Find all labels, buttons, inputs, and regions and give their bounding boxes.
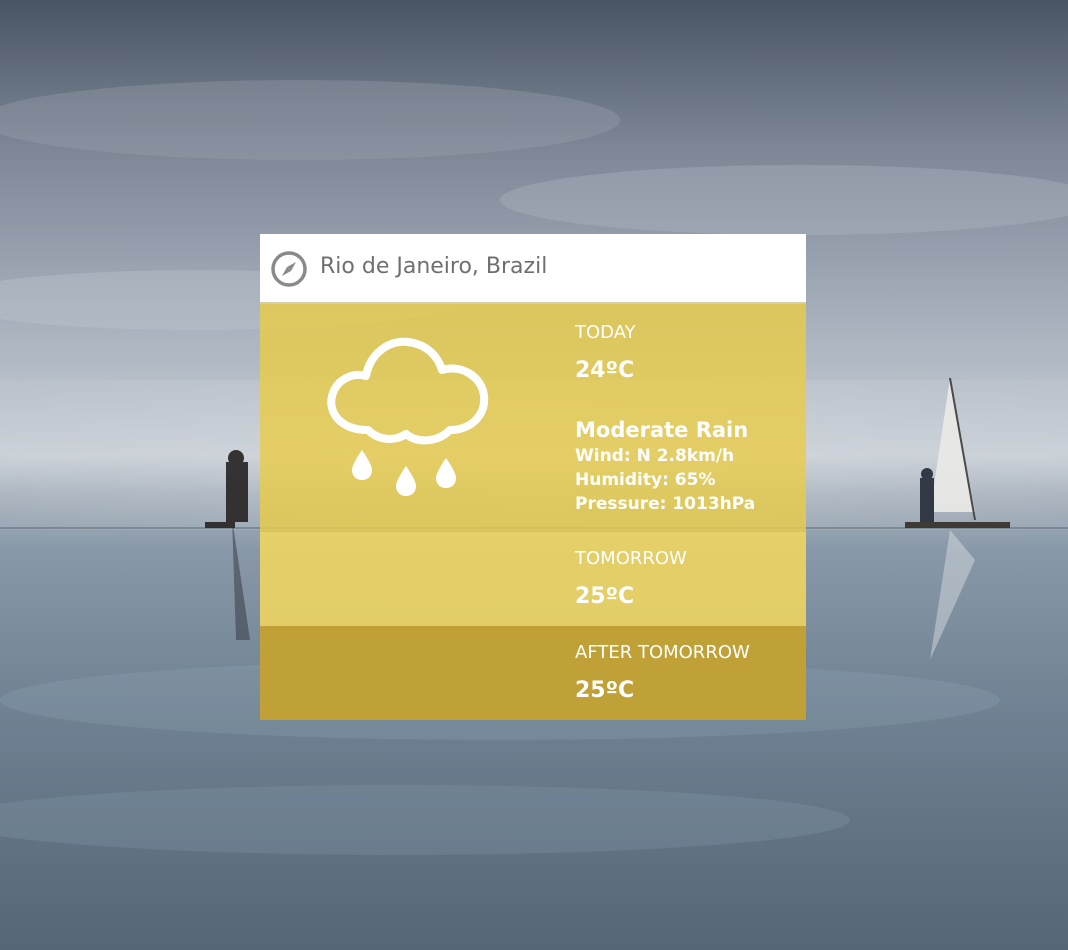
today-panel: TODAY 24ºC Moderate Rain Wind: N 2.8km/h…	[260, 304, 806, 532]
today-humidity: Humidity: 65%	[575, 470, 716, 490]
tomorrow-panel: TOMORROW 25ºC	[260, 532, 806, 626]
today-temperature: 24ºC	[575, 358, 635, 383]
today-condition: Moderate Rain	[575, 418, 749, 442]
location-name: Rio de Janeiro, Brazil	[320, 254, 548, 279]
after-tomorrow-label: AFTER TOMORROW	[575, 642, 750, 663]
cloud-rain-icon	[327, 337, 489, 496]
weather-widget: Rio de Janeiro, Brazil TODAY 24ºC Modera…	[260, 234, 806, 720]
location-header: Rio de Janeiro, Brazil	[260, 234, 806, 304]
tomorrow-temperature: 25ºC	[575, 584, 635, 609]
today-pressure: Pressure: 1013hPa	[575, 494, 756, 514]
after-tomorrow-panel: AFTER TOMORROW 25ºC	[260, 626, 806, 720]
compass-icon	[271, 251, 307, 287]
today-wind: Wind: N 2.8km/h	[575, 446, 735, 466]
today-label: TODAY	[575, 322, 636, 343]
after-tomorrow-temperature: 25ºC	[575, 678, 635, 703]
tomorrow-label: TOMORROW	[575, 548, 687, 569]
